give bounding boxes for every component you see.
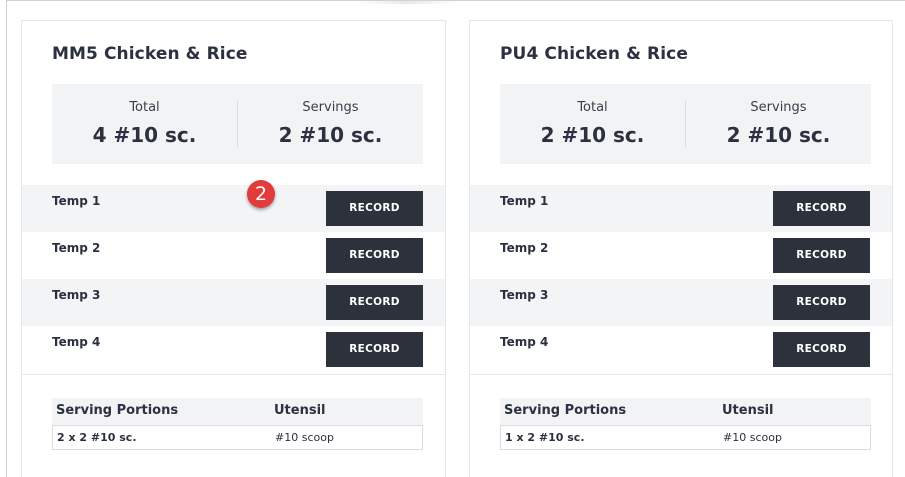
temp-row-1: Temp 1 RECORD: [22, 185, 445, 232]
serving-portions-table: Serving Portions Utensil 1 x 2 #10 sc. #…: [500, 398, 871, 450]
total-summary: Total 2 #10 sc.: [500, 84, 685, 164]
serving-portions-table: Serving Portions Utensil 2 x 2 #10 sc. #…: [52, 398, 423, 450]
record-temp-1-button[interactable]: RECORD: [326, 191, 423, 226]
batch-summary: Total 2 #10 sc. Servings 2 #10 sc.: [500, 84, 871, 164]
column-header-utensil: Utensil: [274, 403, 326, 418]
app-frame: MM5 Chicken & Rice Total 4 #10 sc. Servi…: [6, 0, 905, 477]
table-row: 1 x 2 #10 sc. #10 scoop: [500, 425, 871, 450]
servings-value: 2 #10 sc.: [726, 123, 831, 147]
record-temp-3-button[interactable]: RECORD: [773, 285, 870, 320]
record-temp-4-button[interactable]: RECORD: [773, 332, 870, 367]
total-value: 2 #10 sc.: [540, 123, 645, 147]
servings-label: Servings: [750, 100, 807, 115]
total-summary: Total 4 #10 sc.: [52, 84, 237, 164]
total-label: Total: [577, 100, 608, 115]
temp-label: Temp 1: [500, 194, 549, 208]
temp-label: Temp 3: [52, 288, 101, 302]
temp-label: Temp 4: [52, 335, 101, 349]
temp-row-2: Temp 2 RECORD: [22, 232, 445, 279]
record-temp-2-button[interactable]: RECORD: [326, 238, 423, 273]
record-temp-2-button[interactable]: RECORD: [773, 238, 870, 273]
temp-row-3: Temp 3 RECORD: [22, 279, 445, 326]
utensil-cell: #10 scoop: [723, 431, 782, 444]
record-temp-4-button[interactable]: RECORD: [326, 332, 423, 367]
temp-label: Temp 3: [500, 288, 549, 302]
column-header-portions: Serving Portions: [504, 403, 627, 418]
temp-row-1: Temp 1 RECORD: [470, 185, 892, 232]
batch-summary: Total 4 #10 sc. Servings 2 #10 sc.: [52, 84, 423, 164]
card-title: MM5 Chicken & Rice: [52, 44, 248, 64]
portion-cell: 1 x 2 #10 sc.: [505, 431, 585, 444]
step-number-badge: 2: [247, 180, 275, 208]
section-divider: [22, 374, 445, 375]
total-label: Total: [129, 100, 160, 115]
record-temp-1-button[interactable]: RECORD: [773, 191, 870, 226]
table-header: Serving Portions Utensil: [52, 398, 423, 425]
temp-row-3: Temp 3 RECORD: [470, 279, 892, 326]
servings-label: Servings: [302, 100, 359, 115]
temp-label: Temp 1: [52, 194, 101, 208]
temp-label: Temp 2: [500, 241, 549, 255]
table-header: Serving Portions Utensil: [500, 398, 871, 425]
portion-cell: 2 x 2 #10 sc.: [57, 431, 137, 444]
servings-summary: Servings 2 #10 sc.: [238, 84, 423, 164]
total-value: 4 #10 sc.: [92, 123, 197, 147]
temp-label: Temp 4: [500, 335, 549, 349]
servings-value: 2 #10 sc.: [278, 123, 383, 147]
table-row: 2 x 2 #10 sc. #10 scoop: [52, 425, 423, 450]
top-divider: [357, 1, 457, 4]
column-header-utensil: Utensil: [722, 403, 774, 418]
section-divider: [470, 374, 892, 375]
temp-row-2: Temp 2 RECORD: [470, 232, 892, 279]
column-header-portions: Serving Portions: [56, 403, 179, 418]
record-temp-3-button[interactable]: RECORD: [326, 285, 423, 320]
temp-label: Temp 2: [52, 241, 101, 255]
servings-summary: Servings 2 #10 sc.: [686, 84, 871, 164]
temp-row-4: Temp 4 RECORD: [470, 326, 892, 373]
utensil-cell: #10 scoop: [275, 431, 334, 444]
batch-card-mm5: MM5 Chicken & Rice Total 4 #10 sc. Servi…: [21, 20, 446, 477]
batch-card-pu4: PU4 Chicken & Rice Total 2 #10 sc. Servi…: [469, 20, 893, 477]
card-title: PU4 Chicken & Rice: [500, 44, 688, 64]
temp-row-4: Temp 4 RECORD: [22, 326, 445, 373]
